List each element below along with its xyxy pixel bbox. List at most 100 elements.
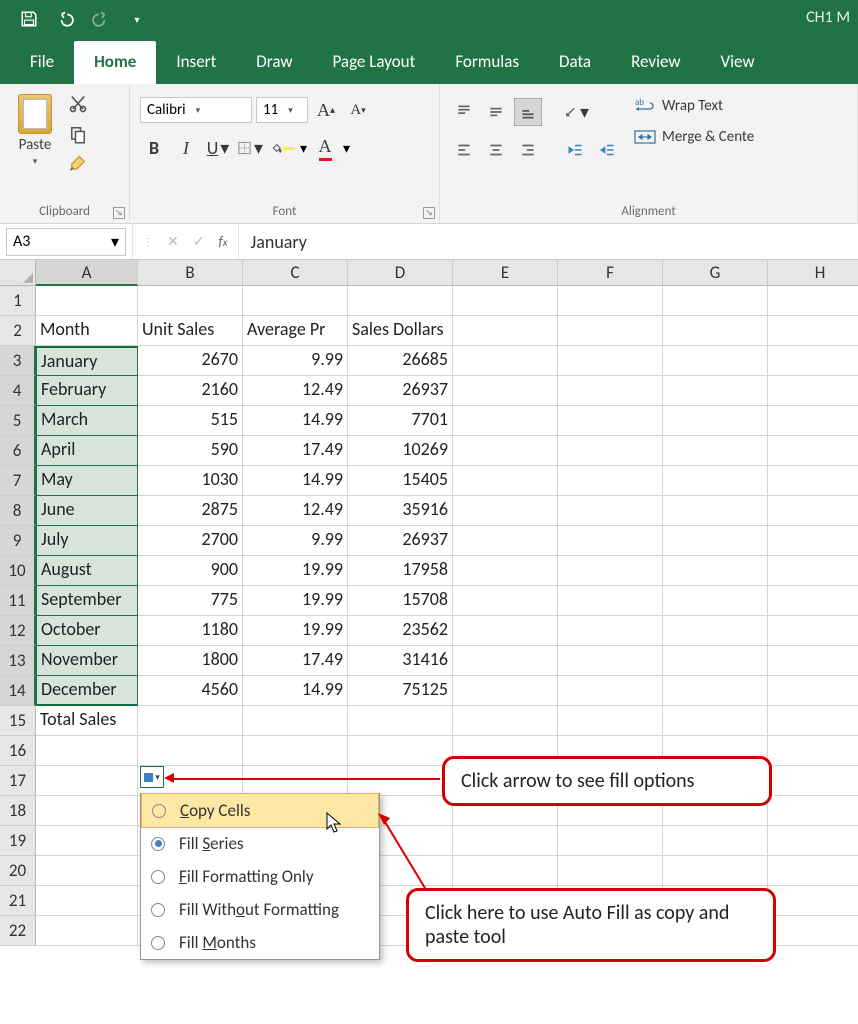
cell[interactable] [768, 496, 858, 526]
cell[interactable] [558, 856, 663, 886]
align-center-icon[interactable] [482, 136, 510, 164]
tab-home[interactable]: Home [74, 41, 156, 84]
cell[interactable]: 17.49 [243, 646, 348, 676]
cell[interactable] [36, 736, 138, 766]
row-header[interactable]: 17 [0, 766, 36, 796]
cell[interactable] [558, 586, 663, 616]
qat-customize-icon[interactable]: ▾ [128, 10, 146, 28]
row-header[interactable]: 13 [0, 646, 36, 676]
borders-button[interactable]: ▾ [236, 134, 264, 162]
tab-draw[interactable]: Draw [236, 41, 312, 84]
cancel-icon[interactable]: ✕ [167, 233, 179, 250]
row-header[interactable]: 22 [0, 916, 36, 946]
fx-icon[interactable]: fx [218, 233, 227, 250]
cell[interactable]: 12.49 [243, 376, 348, 406]
column-header[interactable]: E [453, 260, 558, 286]
cell[interactable] [558, 286, 663, 316]
cell[interactable]: 14.99 [243, 406, 348, 436]
cell[interactable] [138, 286, 243, 316]
tab-insert[interactable]: Insert [156, 41, 236, 84]
cell[interactable] [663, 526, 768, 556]
enter-icon[interactable]: ✓ [193, 233, 205, 250]
cell[interactable]: 515 [138, 406, 243, 436]
cell[interactable] [558, 376, 663, 406]
cell[interactable]: May [36, 466, 138, 496]
cell[interactable]: November [36, 646, 138, 676]
cell[interactable]: 9.99 [243, 346, 348, 376]
font-name-dropdown[interactable]: Calibri▾ [140, 97, 252, 123]
cell[interactable] [768, 616, 858, 646]
tab-page-layout[interactable]: Page Layout [313, 41, 436, 84]
cell[interactable] [663, 826, 768, 856]
cell[interactable]: Average Pr [243, 316, 348, 346]
fill-color-button[interactable] [268, 134, 296, 162]
cell[interactable] [663, 346, 768, 376]
column-header[interactable]: G [663, 260, 768, 286]
font-launcher-icon[interactable]: ↘ [423, 207, 435, 219]
tab-view[interactable]: View [701, 41, 775, 84]
font-size-dropdown[interactable]: 11▾ [256, 97, 308, 123]
cell[interactable] [663, 856, 768, 886]
cell[interactable] [663, 466, 768, 496]
copy-icon[interactable] [68, 124, 88, 144]
cell[interactable] [768, 586, 858, 616]
align-top-icon[interactable] [450, 98, 478, 126]
cell[interactable]: 2160 [138, 376, 243, 406]
cell[interactable] [453, 826, 558, 856]
row-header[interactable]: 18 [0, 796, 36, 826]
row-header[interactable]: 15 [0, 706, 36, 736]
cell[interactable] [768, 856, 858, 886]
cell[interactable]: 75125 [348, 676, 453, 706]
cell[interactable] [768, 766, 858, 796]
cell[interactable] [768, 886, 858, 916]
cell[interactable]: 1030 [138, 466, 243, 496]
cell[interactable]: 2670 [138, 346, 243, 376]
cell[interactable] [768, 346, 858, 376]
column-header[interactable]: C [243, 260, 348, 286]
cell[interactable]: 900 [138, 556, 243, 586]
cell[interactable] [36, 886, 138, 916]
cell[interactable]: 17.49 [243, 436, 348, 466]
row-header[interactable]: 9 [0, 526, 36, 556]
cell[interactable] [558, 646, 663, 676]
cell[interactable] [558, 676, 663, 706]
cell[interactable] [768, 706, 858, 736]
cell[interactable] [663, 586, 768, 616]
cell[interactable]: 19.99 [243, 556, 348, 586]
cell[interactable] [768, 916, 858, 946]
cell[interactable] [453, 286, 558, 316]
row-header[interactable]: 20 [0, 856, 36, 886]
cell[interactable] [558, 526, 663, 556]
row-header[interactable]: 12 [0, 616, 36, 646]
autofill-options-button[interactable]: ▾ [140, 766, 164, 788]
cell[interactable] [558, 556, 663, 586]
fill-option-item[interactable]: Fill Months [141, 926, 379, 959]
cell[interactable] [663, 616, 768, 646]
cell[interactable] [558, 826, 663, 856]
cell[interactable] [663, 556, 768, 586]
cell[interactable]: Month [36, 316, 138, 346]
cell[interactable] [36, 286, 138, 316]
save-icon[interactable] [20, 10, 38, 28]
cell[interactable] [768, 376, 858, 406]
cell[interactable] [36, 766, 138, 796]
cell[interactable] [663, 496, 768, 526]
wrap-text-button[interactable]: ab Wrap Text [634, 96, 754, 116]
cell[interactable]: 15708 [348, 586, 453, 616]
align-right-icon[interactable] [514, 136, 542, 164]
cell[interactable] [663, 376, 768, 406]
column-header[interactable]: B [138, 260, 243, 286]
cell[interactable]: 26937 [348, 526, 453, 556]
align-bottom-icon[interactable] [514, 98, 542, 126]
cell[interactable]: 19.99 [243, 586, 348, 616]
cell[interactable] [768, 676, 858, 706]
tab-review[interactable]: Review [611, 41, 700, 84]
row-header[interactable]: 21 [0, 886, 36, 916]
cell[interactable]: 12.49 [243, 496, 348, 526]
cell[interactable] [768, 646, 858, 676]
column-header[interactable]: D [348, 260, 453, 286]
cell[interactable] [663, 436, 768, 466]
cell[interactable] [768, 826, 858, 856]
redo-icon[interactable] [92, 10, 110, 28]
cell[interactable]: 17958 [348, 556, 453, 586]
